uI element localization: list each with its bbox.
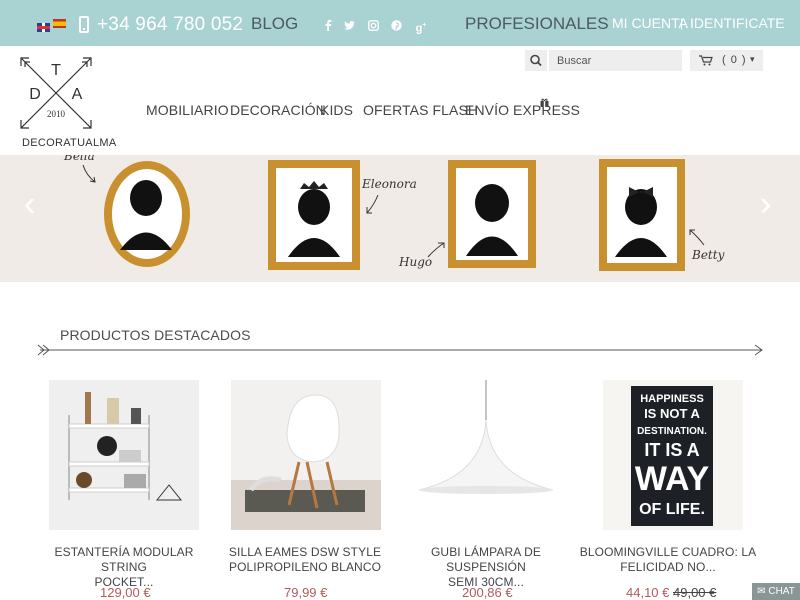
poster-line: IT IS A xyxy=(644,440,699,460)
chevron-left-icon[interactable]: ‹ xyxy=(24,185,35,224)
cart-button[interactable]: ( 0 ) ▾ xyxy=(690,50,763,71)
product-price: 129,00 € xyxy=(100,585,151,600)
logo-letter-t: T xyxy=(51,62,61,79)
chevron-right-icon[interactable]: › xyxy=(760,185,771,224)
banner-name-betty: Betty xyxy=(692,248,725,262)
nav-decoracion[interactable]: DECORACIÓN xyxy=(230,102,326,118)
banner-name-hugo: Hugo xyxy=(399,255,433,269)
search-button[interactable] xyxy=(525,50,547,71)
banner-name-bella: Bella xyxy=(64,155,95,163)
product-price: 200,86 € xyxy=(462,585,513,600)
product-title-line: POLIPROPILENO BLANCO xyxy=(228,560,382,574)
search-icon xyxy=(530,54,542,67)
product-image[interactable] xyxy=(411,380,561,530)
poster-line: WAY xyxy=(635,460,710,498)
my-account-link[interactable]: MI CUENTA xyxy=(612,15,688,31)
nav-mobiliario[interactable]: MOBILIARIO xyxy=(146,102,229,118)
spanish-flag-icon[interactable] xyxy=(53,19,66,28)
separator: | xyxy=(680,16,684,30)
product-image[interactable] xyxy=(49,380,199,530)
phone-number: +34 964 780 052 xyxy=(97,14,244,35)
poster-line: DESTINATION. xyxy=(637,426,707,437)
phone-icon xyxy=(79,16,89,33)
blog-link[interactable]: BLOG xyxy=(251,14,298,34)
product-title[interactable]: GUBI LÁMPARA DE SUSPENSIÓN SEMI 30CM... xyxy=(396,545,576,590)
product-title[interactable]: ESTANTERÍA MODULAR STRING POCKET... xyxy=(34,545,214,590)
nav-ofertas-flash[interactable]: OFERTAS FLASH xyxy=(363,102,478,118)
english-flag-icon[interactable] xyxy=(37,23,50,32)
product-title-line: BLOOMINGVILLE CUADRO: LA xyxy=(579,545,757,559)
product-title-line: GUBI LÁMPARA DE SUSPENSIÓN xyxy=(431,545,541,574)
chat-label: CHAT xyxy=(768,586,795,597)
chevron-down-icon: ▾ xyxy=(750,54,755,64)
product-title-line: ESTANTERÍA MODULAR STRING xyxy=(54,545,194,574)
banner-name-eleonora: Eleonora xyxy=(362,177,417,191)
twitter-icon[interactable] xyxy=(344,20,355,31)
poster-line: OF LIFE. xyxy=(639,501,705,518)
logo-year: 2010 xyxy=(47,109,66,119)
product-image[interactable] xyxy=(231,380,381,530)
chat-icon: ✉ xyxy=(757,586,766,597)
product-image[interactable]: HAPPINESS IS NOT A DESTINATION. IT IS A … xyxy=(598,380,748,530)
instagram-icon[interactable] xyxy=(368,20,379,31)
nav-kids[interactable]: KIDS xyxy=(320,102,353,118)
login-link[interactable]: IDENTIFICATE xyxy=(690,15,785,31)
top-bar: +34 964 780 052 BLOG g+ PROFESIONALES MI… xyxy=(0,0,800,46)
poster-line: HAPPINESS xyxy=(640,393,704,405)
chat-button[interactable]: ✉ CHAT xyxy=(752,583,800,600)
logo[interactable]: T D A 2010 xyxy=(18,55,94,150)
section-arrow-divider xyxy=(37,344,763,356)
gift-icon xyxy=(540,98,549,107)
product-title-line: SILLA EAMES DSW STYLE xyxy=(228,545,382,559)
product-price: 79,99 € xyxy=(284,585,328,600)
product-title[interactable]: SILLA EAMES DSW STYLE POLIPROPILENO BLAN… xyxy=(215,545,395,575)
professionals-link[interactable]: PROFESIONALES xyxy=(465,14,609,34)
search-input[interactable] xyxy=(549,50,682,71)
product-price: 44,10 € xyxy=(626,585,670,600)
facebook-icon[interactable] xyxy=(323,20,334,31)
nav-envio-express[interactable]: ENVÍO EXPRESS xyxy=(465,102,580,118)
cart-icon xyxy=(699,55,713,66)
hero-banner[interactable]: Bella Eleonora Hugo Betty ‹ › xyxy=(0,155,800,282)
cart-count: ( 0 ) xyxy=(722,54,747,66)
logo-letter-a: A xyxy=(72,86,83,103)
google-plus-icon[interactable]: g+ xyxy=(414,20,428,34)
product-title[interactable]: BLOOMINGVILLE CUADRO: LA FELICIDAD NO... xyxy=(578,545,758,575)
pinterest-icon[interactable] xyxy=(391,20,402,31)
product-title-line: FELICIDAD NO... xyxy=(620,560,716,574)
logo-name: DECORATUALMA xyxy=(22,137,117,149)
poster-line: IS NOT A xyxy=(644,406,700,421)
product-old-price: 49,00 € xyxy=(673,585,717,600)
logo-letter-d: D xyxy=(29,86,41,103)
